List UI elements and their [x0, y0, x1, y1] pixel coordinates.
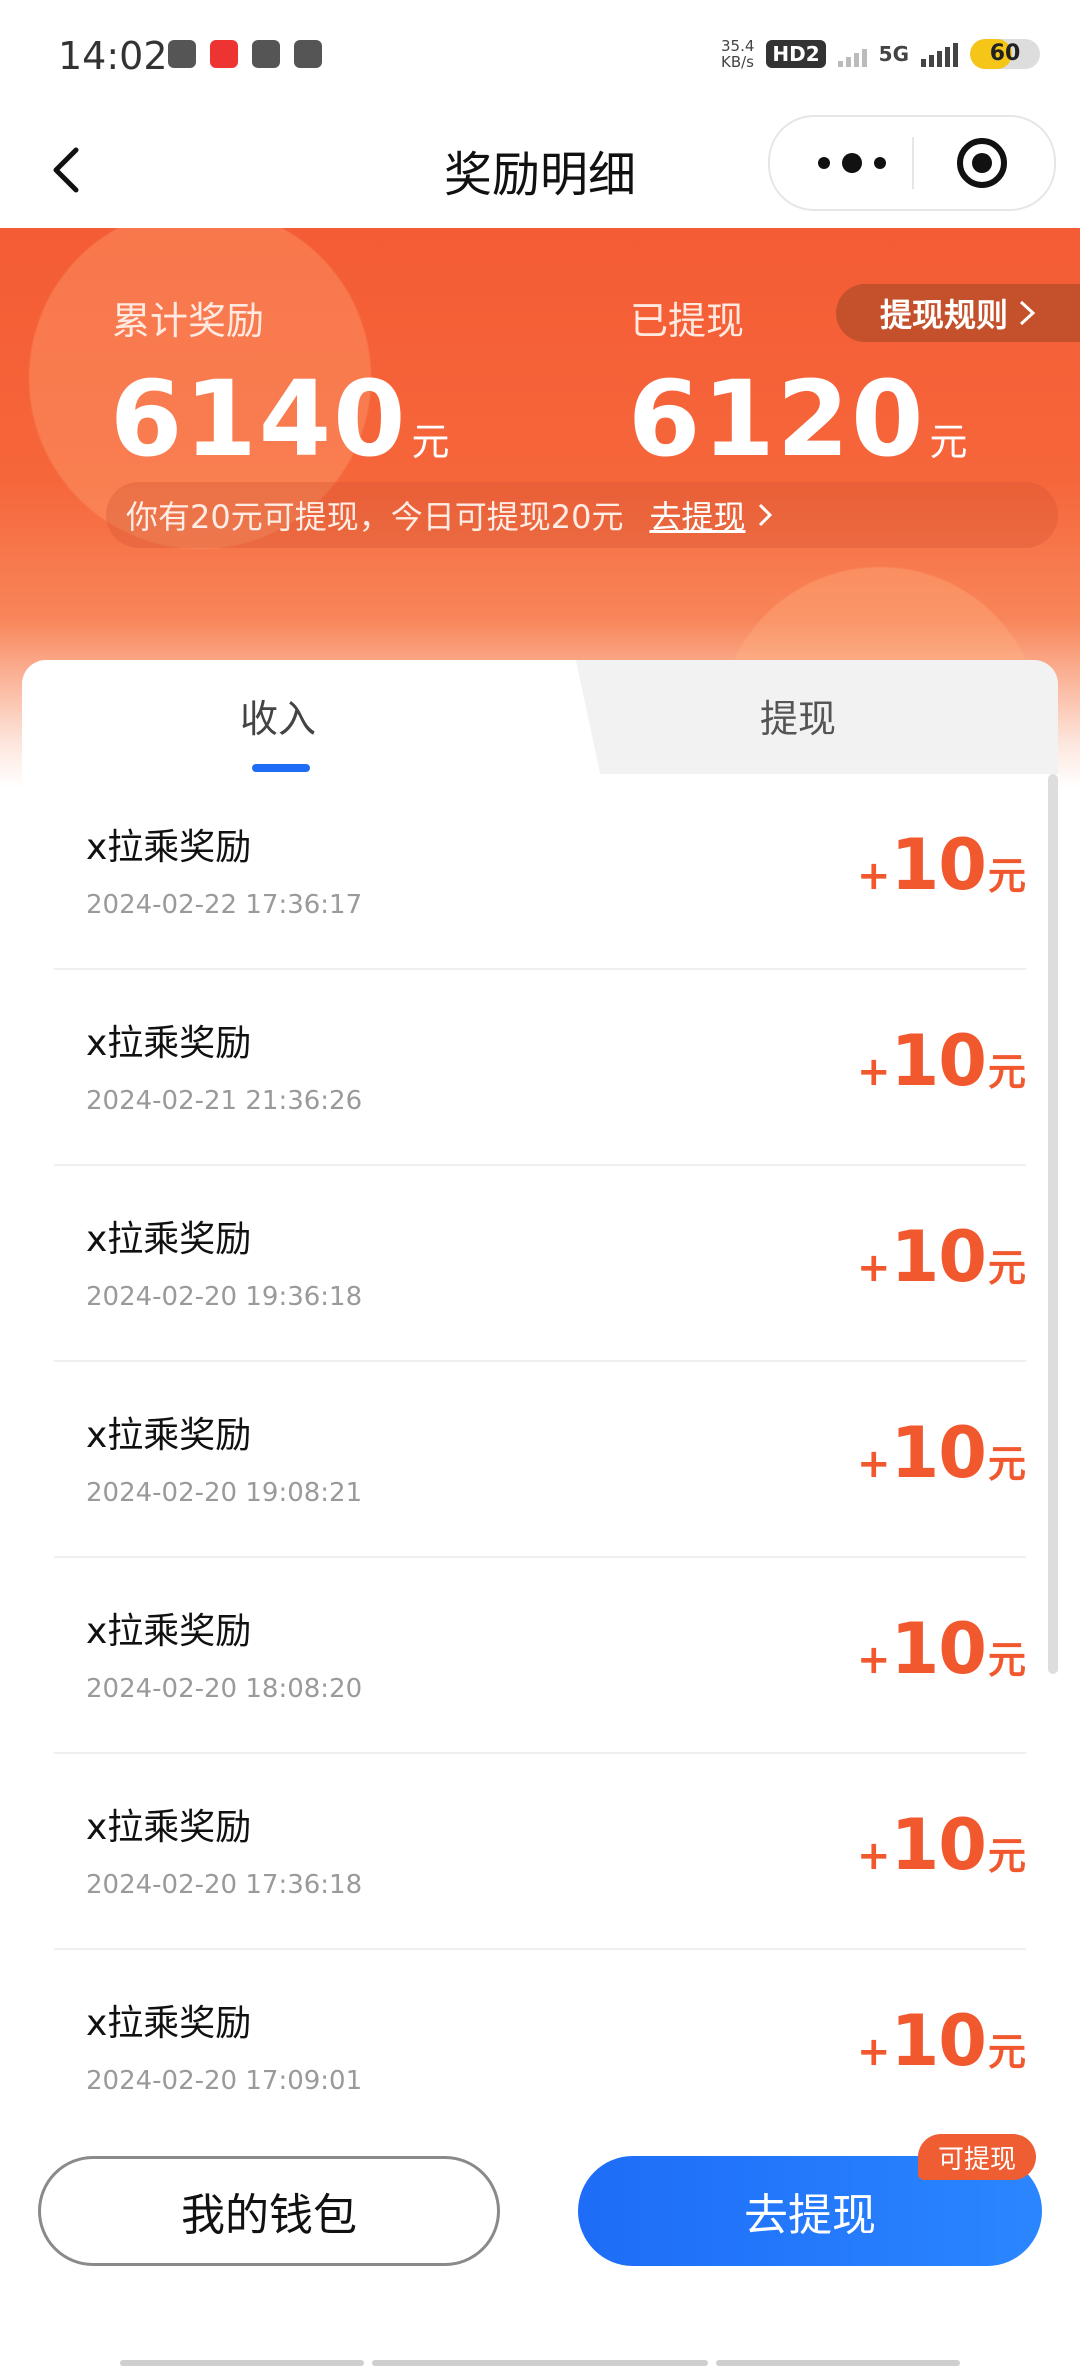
record-amount-value: 10	[890, 824, 987, 906]
speed-value: 35.4	[720, 37, 755, 55]
record-time: 2024-02-20 17:09:01	[86, 2066, 363, 2094]
record-amount-sign: +	[857, 853, 891, 899]
list-scrollbar[interactable]	[1048, 774, 1058, 1674]
capsule-divider	[912, 137, 914, 189]
list-item: x拉乘奖励 2024-02-22 17:36:17 +10 元	[54, 774, 1026, 970]
record-title: x拉乘奖励	[86, 2003, 252, 2044]
record-amount-value: 10	[890, 1020, 987, 1102]
go-withdraw-link[interactable]: 去提现	[649, 492, 745, 538]
list-item: x拉乘奖励 2024-02-20 17:09:01 +10 元	[54, 1950, 1026, 2094]
record-amount: +10 元	[857, 1608, 1026, 1690]
chevron-right-icon	[1020, 300, 1036, 326]
hd-icon: HD2	[766, 40, 826, 68]
record-title: x拉乘奖励	[86, 1023, 252, 1064]
record-amount: +10 元	[857, 824, 1026, 906]
withdraw-rules-label: 提现规则	[880, 296, 1009, 334]
gesture-bar	[372, 2360, 708, 2366]
battery-icon: 60	[970, 39, 1040, 69]
video-icon	[252, 40, 280, 68]
record-amount-unit: 元	[987, 1834, 1026, 1878]
record-amount-unit: 元	[987, 854, 1026, 898]
network-speed: 35.4 KB/s	[721, 38, 754, 70]
record-amount-value: 10	[890, 1804, 987, 1886]
total-reward-unit: 元	[411, 420, 452, 464]
withdrawn-value: 6120 元	[628, 358, 969, 480]
withdraw-tip: 你有20元可提现，今日可提现20元 去提现	[106, 482, 1058, 548]
more-icon[interactable]	[812, 135, 892, 191]
total-reward-value: 6140 元	[110, 358, 451, 480]
withdrawable-badge: 可提现	[918, 2134, 1037, 2180]
speed-unit: KB/s	[720, 53, 754, 71]
record-amount-sign: +	[857, 1441, 891, 1487]
record-amount: +10 元	[857, 1412, 1026, 1494]
withdrawn-label: 已提现	[630, 299, 745, 343]
record-amount-unit: 元	[987, 1050, 1026, 1094]
record-amount-unit: 元	[987, 2030, 1026, 2074]
record-amount-unit: 元	[987, 1638, 1026, 1682]
record-amount: +10 元	[857, 1804, 1026, 1886]
record-title: x拉乘奖励	[86, 1415, 252, 1456]
record-title: x拉乘奖励	[86, 1219, 252, 1260]
tab-withdrawal[interactable]: 提现	[760, 688, 836, 743]
tab-income[interactable]: 收入	[240, 688, 316, 743]
record-time: 2024-02-20 18:08:20	[86, 1674, 363, 1704]
signal-icon	[837, 41, 867, 67]
record-title: x拉乘奖励	[86, 1807, 252, 1848]
record-time: 2024-02-20 17:36:18	[86, 1870, 363, 1900]
miniprogram-capsule	[768, 115, 1056, 211]
record-time: 2024-02-20 19:08:21	[86, 1478, 363, 1508]
record-amount-unit: 元	[987, 1442, 1026, 1486]
document-icon	[168, 40, 196, 68]
bottom-action-bar: 我的钱包 去提现 可提现	[0, 2134, 1080, 2376]
app-notification-icon	[210, 40, 238, 68]
record-tabs: 收入 提现	[22, 660, 1058, 774]
network-type: 5G	[878, 42, 909, 66]
record-time: 2024-02-20 19:36:18	[86, 1282, 363, 1312]
withdrawn-amount: 6120	[628, 358, 926, 480]
record-amount-unit: 元	[987, 1246, 1026, 1290]
record-amount-value: 10	[890, 1608, 987, 1690]
nav-header: 奖励明细	[0, 115, 1080, 228]
record-title: x拉乘奖励	[86, 1611, 252, 1652]
record-amount-value: 10	[890, 2000, 987, 2082]
gesture-bar	[716, 2360, 960, 2366]
status-time: 14:02	[58, 34, 168, 78]
notification-icons	[168, 40, 322, 68]
record-amount-sign: +	[857, 2029, 891, 2075]
status-indicators: 35.4 KB/s HD2 5G 60	[721, 38, 1040, 70]
withdraw-tip-text: 你有20元可提现，今日可提现20元	[126, 498, 624, 536]
reward-record-list[interactable]: x拉乘奖励 2024-02-22 17:36:17 +10 元 x拉乘奖励 2024-02…	[22, 774, 1058, 2094]
total-reward-label: 累计奖励	[112, 299, 265, 343]
record-amount-sign: +	[857, 1049, 891, 1095]
list-item: x拉乘奖励 2024-02-20 19:08:21 +10 元	[54, 1362, 1026, 1558]
record-amount: +10 元	[857, 1020, 1026, 1102]
record-amount-sign: +	[857, 1637, 891, 1683]
my-wallet-button[interactable]: 我的钱包	[38, 2156, 500, 2266]
signal-strength-icon	[921, 41, 958, 67]
list-item: x拉乘奖励 2024-02-20 19:36:18 +10 元	[54, 1166, 1026, 1362]
close-miniprogram-icon[interactable]	[954, 135, 1010, 191]
list-item: x拉乘奖励 2024-02-21 21:36:26 +10 元	[54, 970, 1026, 1166]
active-tab-indicator	[252, 764, 310, 772]
record-amount-sign: +	[857, 1245, 891, 1291]
record-time: 2024-02-22 17:36:17	[86, 890, 363, 920]
record-amount-value: 10	[890, 1412, 987, 1494]
record-amount-value: 10	[890, 1216, 987, 1298]
chevron-right-icon	[759, 503, 773, 527]
record-amount-sign: +	[857, 1833, 891, 1879]
total-reward-amount: 6140	[110, 358, 408, 480]
list-item: x拉乘奖励 2024-02-20 18:08:20 +10 元	[54, 1558, 1026, 1754]
list-item: x拉乘奖励 2024-02-20 17:36:18 +10 元	[54, 1754, 1026, 1950]
status-bar: 14:02 35.4 KB/s HD2 5G 60	[0, 0, 1080, 115]
withdraw-rules-button[interactable]: 提现规则	[836, 284, 1080, 342]
battery-level: 60	[989, 41, 1021, 66]
record-title: x拉乘奖励	[86, 827, 252, 868]
record-time: 2024-02-21 21:36:26	[86, 1086, 363, 1116]
gesture-bar	[120, 2360, 364, 2366]
withdrawn-unit: 元	[929, 420, 970, 464]
link-icon	[294, 40, 322, 68]
record-amount: +10 元	[857, 2000, 1026, 2082]
record-amount: +10 元	[857, 1216, 1026, 1298]
